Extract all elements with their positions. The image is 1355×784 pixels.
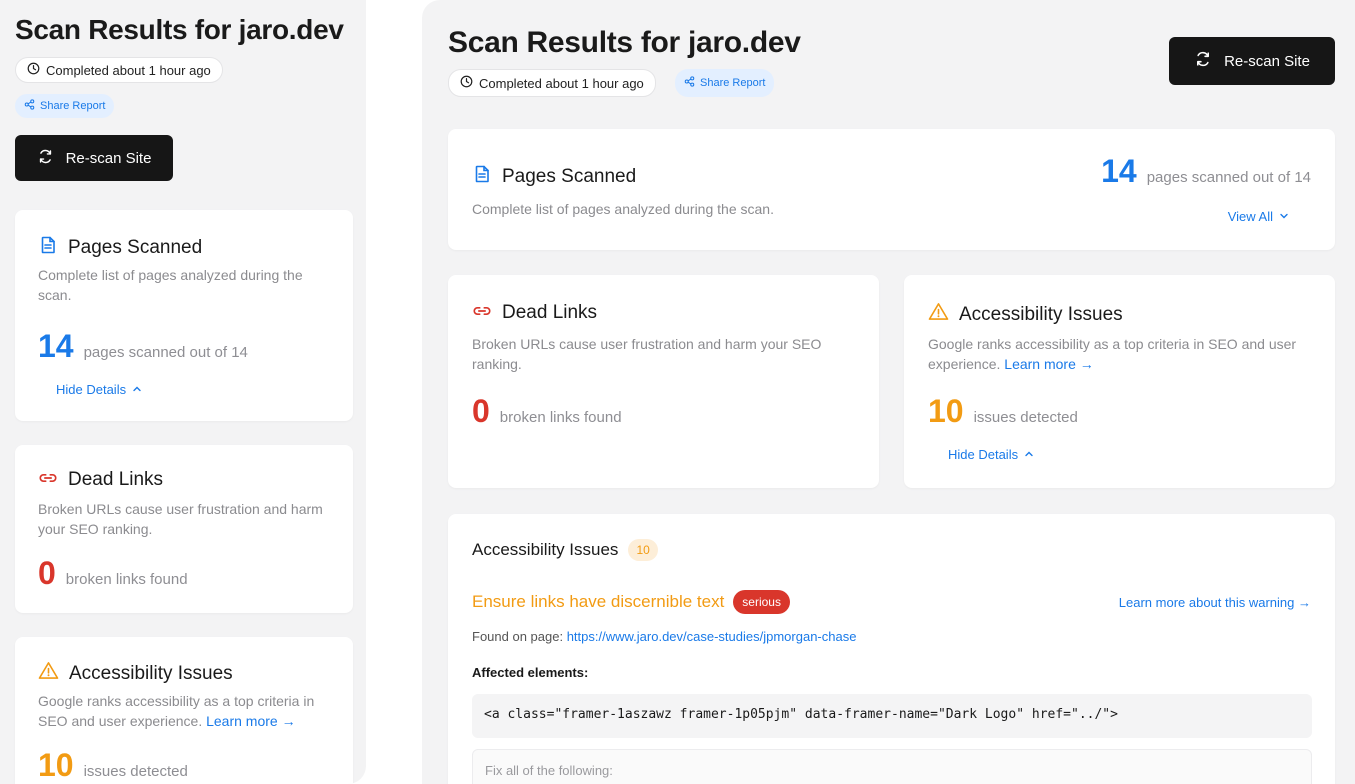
accessibility-card: Accessibility Issues Google ranks access… xyxy=(904,275,1335,488)
issues-list-header: Accessibility Issues 10 xyxy=(472,539,658,561)
refresh-icon xyxy=(37,148,54,169)
dead-links-count: 0 xyxy=(38,555,56,591)
completed-badge: Completed about 1 hour ago xyxy=(448,69,656,97)
document-icon xyxy=(38,235,58,261)
chevron-down-icon xyxy=(1279,209,1289,224)
clock-icon xyxy=(27,62,40,78)
hide-details-link[interactable]: Hide Details xyxy=(948,447,1034,462)
pages-scanned-stat: 14 pages scanned out of 14 xyxy=(1101,153,1311,190)
share-icon xyxy=(684,76,695,90)
chevron-up-icon xyxy=(1024,447,1034,462)
learn-more-link[interactable]: Learn more → xyxy=(1004,356,1093,372)
affected-elements-label: Affected elements: xyxy=(472,665,589,680)
fix-instructions-box: Fix all of the following: xyxy=(472,749,1312,784)
view-all-link[interactable]: View All xyxy=(1228,209,1289,224)
pages-scanned-description: Complete list of pages analyzed during t… xyxy=(472,201,774,217)
page-title: Scan Results for jaro.dev xyxy=(448,26,801,59)
issue-header: Ensure links have discernible text serio… xyxy=(472,590,790,614)
accessibility-header: Accessibility Issues xyxy=(928,302,1123,327)
accessibility-count: 10 xyxy=(928,393,964,429)
rescan-button[interactable]: Re-scan Site xyxy=(15,135,173,181)
dead-links-title: Dead Links xyxy=(68,469,164,490)
rescan-label: Re-scan Site xyxy=(65,149,152,167)
dead-links-count-label: broken links found xyxy=(65,571,188,588)
affected-element-code-text: <a class="framer-1aszawz framer-1p05pjm"… xyxy=(484,707,1118,722)
found-on-url-link[interactable]: https://www.jaro.dev/case-studies/jpmorg… xyxy=(567,629,857,644)
share-label: Share Report xyxy=(700,77,766,89)
document-icon xyxy=(472,164,492,190)
pages-scanned-title: Pages Scanned xyxy=(502,166,637,187)
accessibility-description: Google ranks accessibility as a top crit… xyxy=(38,692,338,731)
severity-badge: serious xyxy=(733,590,790,614)
pages-scanned-card: Pages Scanned Complete list of pages ana… xyxy=(448,129,1335,250)
accessibility-description-text: Google ranks accessibility as a top crit… xyxy=(928,336,1297,372)
share-report-button[interactable]: Share Report xyxy=(15,94,115,118)
completed-text: Completed about 1 hour ago xyxy=(46,62,211,78)
rescan-button[interactable]: Re-scan Site xyxy=(1169,37,1335,85)
rescan-label: Re-scan Site xyxy=(1224,52,1310,70)
hide-details-label: Hide Details xyxy=(948,447,1019,462)
dead-links-stat: 0 broken links found xyxy=(472,393,622,430)
view-all-label: View All xyxy=(1227,209,1273,224)
canvas: Scan Results for jaro.dev Completed abou… xyxy=(0,0,1355,784)
dead-links-card: Dead Links Broken URLs cause user frustr… xyxy=(448,275,879,488)
dead-links-header: Dead Links xyxy=(472,302,597,324)
pages-scanned-count-label: pages scanned out of 14 xyxy=(83,344,248,361)
warning-icon xyxy=(928,302,949,327)
page-title: Scan Results for jaro.dev xyxy=(15,14,344,45)
dead-links-title: Dead Links xyxy=(502,302,598,323)
mobile-view-panel: Scan Results for jaro.dev Completed abou… xyxy=(0,0,366,784)
hide-details-label: Hide Details xyxy=(56,382,127,397)
accessibility-count-label: issues detected xyxy=(83,763,188,780)
warning-icon xyxy=(38,661,59,686)
accessibility-count: 10 xyxy=(38,747,74,783)
learn-more-link[interactable]: Learn more → xyxy=(206,713,295,729)
broken-link-icon xyxy=(472,302,492,324)
pages-scanned-header: Pages Scanned xyxy=(472,164,636,190)
issues-list-title: Accessibility Issues xyxy=(472,540,619,559)
completed-badge: Completed about 1 hour ago xyxy=(15,57,223,83)
learn-more-warning-link[interactable]: Learn more about this warning → xyxy=(1119,595,1311,610)
accessibility-title: Accessibility Issues xyxy=(69,662,233,684)
pages-scanned-count: 14 xyxy=(38,328,74,364)
accessibility-stat: 10 issues detected xyxy=(928,393,1078,430)
share-label: Share Report xyxy=(40,100,106,112)
dead-links-description: Broken URLs cause user frustration and h… xyxy=(38,501,323,537)
affected-element-code: <a class="framer-1aszawz framer-1p05pjm"… xyxy=(472,694,1312,738)
share-report-button[interactable]: Share Report xyxy=(675,69,775,97)
dead-links-description: Broken URLs cause user frustration and h… xyxy=(472,336,822,372)
pages-scanned-count: 14 xyxy=(1101,153,1137,189)
found-on-label: Found on page: xyxy=(472,629,564,644)
fix-label: Fix all of the following: xyxy=(485,763,613,778)
dead-links-card: Dead Links Broken URLs cause user frustr… xyxy=(15,445,353,613)
issues-count-badge: 10 xyxy=(628,539,658,561)
pages-scanned-title: Pages Scanned xyxy=(68,237,203,258)
clock-icon xyxy=(460,75,473,91)
chevron-up-icon xyxy=(132,382,142,397)
dead-links-stat: 0 broken links found xyxy=(38,555,188,592)
refresh-icon xyxy=(1194,50,1212,72)
broken-link-icon xyxy=(38,469,58,491)
issue-title: Ensure links have discernible text xyxy=(472,592,725,611)
accessibility-issues-list: Accessibility Issues 10 Ensure links hav… xyxy=(448,514,1335,784)
pages-scanned-description: Complete list of pages analyzed during t… xyxy=(38,267,303,303)
dead-links-count: 0 xyxy=(472,393,490,429)
share-icon xyxy=(24,99,35,113)
accessibility-count-label: issues detected xyxy=(973,409,1078,426)
pages-scanned-count-label: pages scanned out of 14 xyxy=(1146,169,1311,186)
accessibility-title: Accessibility Issues xyxy=(959,303,1123,325)
pages-scanned-card: Pages Scanned Complete list of pages ana… xyxy=(15,210,353,421)
found-on-page: Found on page: https://www.jaro.dev/case… xyxy=(472,629,856,644)
accessibility-header: Accessibility Issues xyxy=(38,661,233,686)
pages-scanned-header: Pages Scanned xyxy=(38,235,202,261)
accessibility-stat: 10 issues detected xyxy=(38,747,188,784)
dead-links-count-label: broken links found xyxy=(499,409,622,426)
pages-scanned-stat: 14 pages scanned out of 14 xyxy=(38,328,248,365)
accessibility-card: Accessibility Issues Google ranks access… xyxy=(15,637,353,784)
desktop-view-panel: Scan Results for jaro.dev Completed abou… xyxy=(422,0,1355,784)
completed-text: Completed about 1 hour ago xyxy=(479,75,644,91)
accessibility-description: Google ranks accessibility as a top crit… xyxy=(928,335,1308,374)
dead-links-header: Dead Links xyxy=(38,469,163,491)
hide-details-link[interactable]: Hide Details xyxy=(56,382,142,397)
